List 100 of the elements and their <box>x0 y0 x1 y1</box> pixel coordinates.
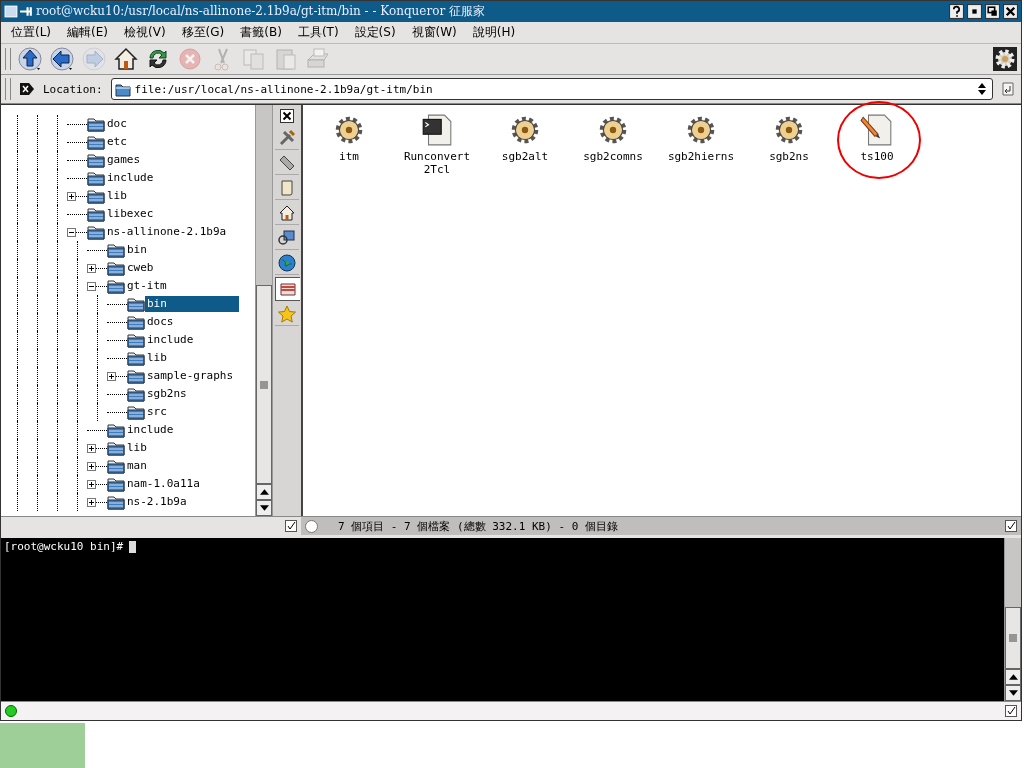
folder-icon <box>107 494 125 510</box>
resize-grip-icon[interactable] <box>1005 520 1017 532</box>
go-icon[interactable] <box>1001 81 1017 97</box>
tree-scrollbar[interactable] <box>255 105 272 516</box>
tree-item[interactable]: gt-itm <box>125 278 169 294</box>
tree-item[interactable]: src <box>145 404 169 420</box>
folder-icon <box>107 260 125 276</box>
folder-icon <box>87 170 105 186</box>
menu-item[interactable]: 檢視(V) <box>124 24 166 41</box>
expand-icon[interactable] <box>87 461 96 471</box>
view-indicator-icon <box>305 519 318 533</box>
collapse-icon[interactable] <box>67 227 76 237</box>
close-icon[interactable] <box>1003 4 1018 19</box>
tree-item[interactable]: man <box>125 458 149 474</box>
location-combobox[interactable]: file:/usr/local/ns-allinone-2.1b9a/gt-itm/bin <box>110 78 993 100</box>
expand-icon[interactable] <box>87 263 96 273</box>
menu-item[interactable]: 視窗(W) <box>411 24 457 41</box>
scroll-up-icon[interactable] <box>1005 669 1021 685</box>
tree-item[interactable]: doc <box>105 116 129 132</box>
expand-icon[interactable] <box>87 443 96 453</box>
tree-item[interactable]: lib <box>125 440 149 456</box>
restore-icon[interactable] <box>985 4 1000 19</box>
tools-tab[interactable] <box>275 127 299 150</box>
open-folder-icon <box>107 278 125 294</box>
resize-grip-icon[interactable] <box>1005 705 1017 717</box>
folder-icon <box>107 440 125 456</box>
window-menu-icon[interactable] <box>4 5 34 18</box>
up-icon[interactable] <box>17 46 43 72</box>
tree-item[interactable]: include <box>125 422 176 438</box>
tree-item[interactable]: lib <box>105 188 129 204</box>
menu-item[interactable]: 工具(T) <box>297 24 339 41</box>
menu-item[interactable]: 書籤(B) <box>240 24 282 41</box>
menu-item[interactable]: 設定(S) <box>354 24 396 41</box>
folder-icon <box>127 368 145 384</box>
folder-icon <box>127 314 145 330</box>
tree-item[interactable]: libexec <box>105 206 156 222</box>
folder-icon <box>107 422 125 438</box>
scrollbar-thumb[interactable] <box>256 285 272 485</box>
tree-item[interactable]: nam-1.0a11a <box>125 476 202 492</box>
file-name[interactable]: sgb2alt <box>490 150 560 163</box>
file-name[interactable]: sgb2ns <box>754 150 824 163</box>
tree-item[interactable]: bin <box>125 242 149 258</box>
file-name[interactable]: ts100 <box>842 150 912 163</box>
expand-icon[interactable] <box>107 371 116 381</box>
file-name[interactable]: itm <box>314 150 384 163</box>
close-icon[interactable] <box>280 109 294 123</box>
file-name[interactable]: Runconvert2Tcl <box>402 150 472 176</box>
tree-item[interactable]: sample-graphs <box>145 368 236 384</box>
tree-item[interactable]: include <box>145 332 196 348</box>
window-title: root@wcku10:/usr/local/ns-allinone-2.1b9a/gt-itm/bin - - Konqueror 征服家 <box>36 3 485 20</box>
resize-grip-icon[interactable] <box>285 520 297 532</box>
tree-item[interactable]: docs <box>145 314 176 330</box>
folder-tab[interactable] <box>274 277 300 301</box>
minimize-icon[interactable] <box>967 4 982 19</box>
scrollbar-thumb[interactable] <box>1005 607 1021 669</box>
collapse-icon[interactable] <box>87 281 96 291</box>
status-text: 7 個項目 - 7 個檔案 (總數 332.1 KB) - 0 個目錄 <box>338 518 618 534</box>
folder-icon <box>87 134 105 150</box>
tree-item[interactable]: games <box>105 152 143 168</box>
menu-item[interactable]: 說明(H) <box>472 24 516 41</box>
scroll-up-icon[interactable] <box>256 484 272 501</box>
expand-icon[interactable] <box>87 479 96 489</box>
tree-item[interactable]: cweb <box>125 260 156 276</box>
tree-item[interactable]: include <box>105 170 156 186</box>
globe-tab[interactable] <box>275 252 299 275</box>
tree-item[interactable]: ns-2.1b9a <box>125 494 189 510</box>
tree-item[interactable]: lib <box>145 350 169 366</box>
network-tab[interactable] <box>275 227 299 250</box>
menu-item[interactable]: 移至(G) <box>181 24 225 41</box>
tree-item[interactable]: etc <box>105 134 129 150</box>
back-icon[interactable] <box>49 46 75 72</box>
dropdown-arrows-icon[interactable] <box>977 81 989 97</box>
tree-item[interactable]: ns-allinone-2.1b9a <box>105 224 229 240</box>
folder-icon <box>127 386 145 402</box>
gear-logo-icon <box>993 47 1017 71</box>
scroll-down-icon[interactable] <box>256 500 272 516</box>
menu-item[interactable]: 編輯(E) <box>67 24 108 41</box>
scroll-icon <box>278 179 296 197</box>
tree-item[interactable]: bin <box>145 296 239 312</box>
folder-icon <box>127 350 145 366</box>
help-button-icon[interactable] <box>949 4 964 19</box>
terminal[interactable]: [root@wcku10 bin]# <box>1 538 1004 701</box>
menu-item[interactable]: 位置(L) <box>11 24 52 41</box>
home-icon[interactable] <box>113 46 139 72</box>
tree-item[interactable]: sgb2ns <box>145 386 189 402</box>
terminal-document-icon[interactable] <box>420 113 454 147</box>
star-tab[interactable] <box>275 303 299 326</box>
folder-icon <box>278 280 297 298</box>
clear-location-icon[interactable] <box>19 82 35 96</box>
connection-indicator-icon <box>5 705 17 717</box>
expand-icon[interactable] <box>67 191 76 201</box>
scroll-down-icon[interactable] <box>1005 685 1021 701</box>
location-field[interactable]: file:/usr/local/ns-allinone-2.1b9a/gt-itm/bin <box>134 82 973 96</box>
folder-icon <box>87 188 105 204</box>
pencil-document-icon[interactable] <box>860 113 894 147</box>
folder-icon <box>107 458 125 474</box>
file-name[interactable]: sgb2comns <box>578 150 648 163</box>
terminal-scrollbar[interactable] <box>1004 538 1021 701</box>
file-name[interactable]: sgb2hierns <box>666 150 736 163</box>
expand-icon[interactable] <box>87 497 96 507</box>
